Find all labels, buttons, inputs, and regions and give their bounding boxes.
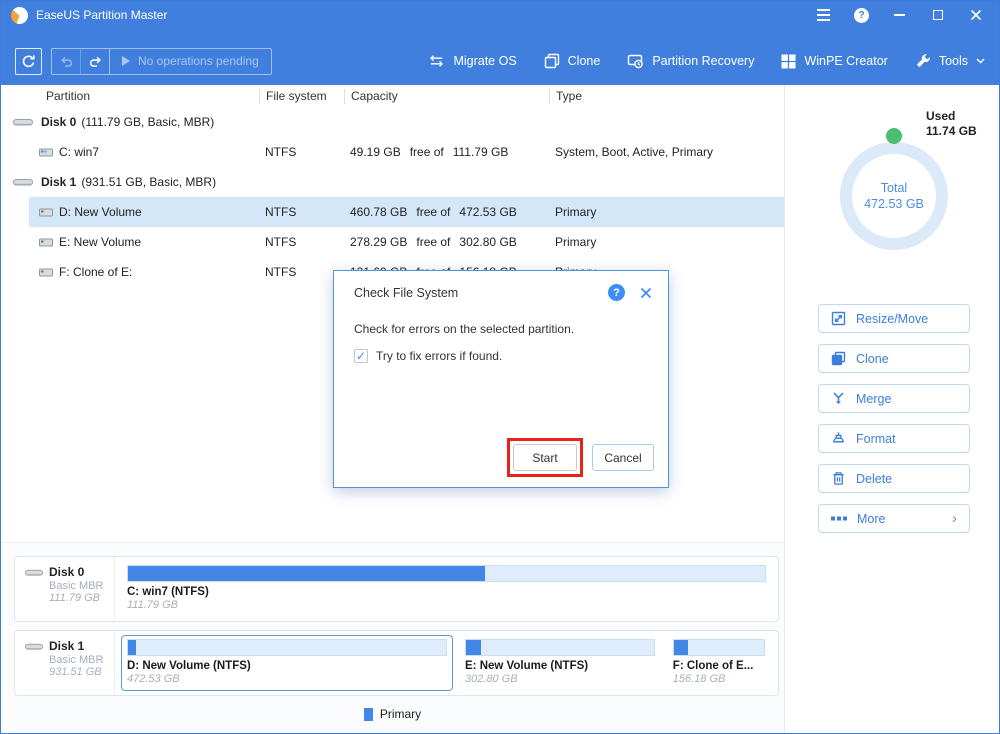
delete-button[interactable]: Delete bbox=[818, 464, 970, 493]
delete-icon bbox=[831, 471, 846, 486]
redo-button[interactable] bbox=[81, 49, 110, 74]
table-row-c[interactable]: C: win7 NTFS 49.19 GBfree of111.79 GB Sy… bbox=[1, 137, 784, 167]
column-type: Type bbox=[549, 89, 784, 104]
format-button[interactable]: Format bbox=[818, 424, 970, 453]
titlebar: EaseUS Partition Master ? bbox=[1, 1, 999, 29]
start-button[interactable]: Start bbox=[513, 444, 577, 471]
clone-action-button[interactable]: Clone bbox=[818, 344, 970, 373]
disk-icon bbox=[13, 177, 33, 187]
pending-operations-button[interactable]: No operations pending bbox=[110, 49, 271, 74]
pending-operations-label: No operations pending bbox=[138, 54, 259, 68]
sidebar: Used 11.74 GB Total 472.53 GB Resize/Mov… bbox=[785, 85, 999, 733]
used-space-bar bbox=[466, 640, 481, 655]
winpe-creator-button[interactable]: WinPE Creator bbox=[781, 54, 887, 69]
disk1-size: 931.51 GB bbox=[25, 666, 114, 678]
resize-move-icon bbox=[831, 311, 846, 326]
disk1-scheme: Basic MBR bbox=[25, 654, 114, 666]
tools-icon bbox=[915, 53, 931, 69]
partition-block-c[interactable]: C: win7 (NTFS) 111.79 GB bbox=[121, 561, 772, 617]
merge-icon bbox=[831, 391, 846, 406]
refresh-button[interactable] bbox=[15, 48, 42, 75]
tools-button[interactable]: Tools bbox=[915, 53, 985, 69]
cancel-button[interactable]: Cancel bbox=[592, 444, 654, 471]
play-icon bbox=[122, 56, 130, 66]
column-file-system: File system bbox=[259, 89, 344, 104]
partition-icon bbox=[39, 237, 53, 248]
legend: Primary bbox=[1, 707, 784, 721]
winpe-creator-icon bbox=[781, 54, 796, 69]
column-capacity: Capacity bbox=[344, 89, 549, 104]
disk1-panel: Disk 1 Basic MBR 931.51 GB D: New Volume… bbox=[14, 630, 779, 696]
chevron-right-icon: › bbox=[952, 511, 957, 526]
checkbox-checked[interactable]: ✓ bbox=[354, 349, 368, 363]
merge-button[interactable]: Merge bbox=[818, 384, 970, 413]
partition-block-e[interactable]: E: New Volume (NTFS) 302.80 GB bbox=[459, 635, 661, 691]
toolbar: No operations pending Migrate OS Clone P… bbox=[1, 29, 999, 85]
primary-legend-label: Primary bbox=[380, 707, 421, 721]
used-space-bar bbox=[128, 566, 485, 581]
app-logo-icon bbox=[11, 7, 28, 24]
operations-group: No operations pending bbox=[51, 48, 272, 75]
disk0-panel: Disk 0 Basic MBR 111.79 GB C: win7 (NTFS… bbox=[14, 556, 779, 622]
table-row-d-selected[interactable]: D: New Volume NTFS 460.78 GBfree of472.5… bbox=[29, 197, 784, 227]
clone-icon bbox=[544, 53, 560, 69]
used-capacity-label: Used 11.74 GB bbox=[926, 109, 977, 139]
migrate-os-icon bbox=[428, 54, 445, 68]
disk1-info[interactable]: Disk 1 Basic MBR 931.51 GB bbox=[15, 631, 115, 695]
disk-icon bbox=[13, 117, 33, 127]
migrate-os-button[interactable]: Migrate OS bbox=[428, 54, 516, 68]
column-partition: Partition bbox=[1, 89, 259, 104]
partition-icon bbox=[39, 147, 53, 158]
dialog-message: Check for errors on the selected partiti… bbox=[334, 301, 668, 336]
chevron-down-icon bbox=[976, 58, 985, 64]
format-icon bbox=[831, 431, 846, 446]
dialog-help-icon[interactable]: ? bbox=[608, 284, 625, 301]
clone-button[interactable]: Clone bbox=[544, 53, 601, 69]
table-row-disk0[interactable]: Disk 0(111.79 GB, Basic, MBR) bbox=[1, 107, 784, 137]
annotation-highlight-box: Start bbox=[507, 438, 583, 477]
dialog-close-icon[interactable] bbox=[640, 287, 652, 299]
help-icon[interactable]: ? bbox=[854, 8, 869, 23]
table-row-disk1[interactable]: Disk 1(931.51 GB, Basic, MBR) bbox=[1, 167, 784, 197]
app-window: EaseUS Partition Master ? No operation bbox=[0, 0, 1000, 734]
partition-recovery-button[interactable]: Partition Recovery bbox=[627, 53, 754, 69]
primary-legend-swatch bbox=[364, 708, 373, 721]
app-title: EaseUS Partition Master bbox=[36, 8, 167, 22]
used-space-bar bbox=[674, 640, 688, 655]
partition-icon bbox=[39, 267, 53, 278]
undo-button[interactable] bbox=[52, 49, 81, 74]
menu-list-icon[interactable] bbox=[816, 8, 831, 23]
disk0-scheme: Basic MBR bbox=[25, 580, 114, 592]
maximize-button[interactable] bbox=[930, 8, 945, 23]
disk0-info[interactable]: Disk 0 Basic MBR 111.79 GB bbox=[15, 557, 115, 621]
partition-block-f[interactable]: F: Clone of E... 156.18 GB bbox=[667, 635, 771, 691]
disk0-size: 111.79 GB bbox=[25, 592, 114, 604]
resize-move-button[interactable]: Resize/Move bbox=[818, 304, 970, 333]
partition-recovery-icon bbox=[627, 53, 644, 69]
disk-icon bbox=[25, 642, 43, 651]
partition-icon bbox=[39, 207, 53, 218]
total-capacity-label: Total 472.53 GB bbox=[840, 142, 948, 250]
clone-icon bbox=[831, 351, 846, 366]
minimize-button[interactable] bbox=[892, 8, 907, 23]
checkbox-label: Try to fix errors if found. bbox=[376, 349, 502, 363]
more-button[interactable]: More › bbox=[818, 504, 970, 533]
table-row-e[interactable]: E: New Volume NTFS 278.29 GBfree of302.8… bbox=[1, 227, 784, 257]
dialog-title: Check File System bbox=[354, 286, 458, 300]
disk-map: Disk 0 Basic MBR 111.79 GB C: win7 (NTFS… bbox=[1, 542, 784, 733]
table-header: Partition File system Capacity Type bbox=[1, 85, 784, 107]
fix-errors-checkbox-row[interactable]: ✓ Try to fix errors if found. bbox=[334, 336, 668, 363]
disk-icon bbox=[25, 568, 43, 577]
close-button[interactable] bbox=[968, 8, 983, 23]
used-space-bar bbox=[128, 640, 136, 655]
partition-block-d-selected[interactable]: D: New Volume (NTFS) 472.53 GB bbox=[121, 635, 453, 691]
more-icon bbox=[831, 516, 847, 521]
check-file-system-dialog: Check File System ? Check for errors on … bbox=[333, 270, 669, 488]
